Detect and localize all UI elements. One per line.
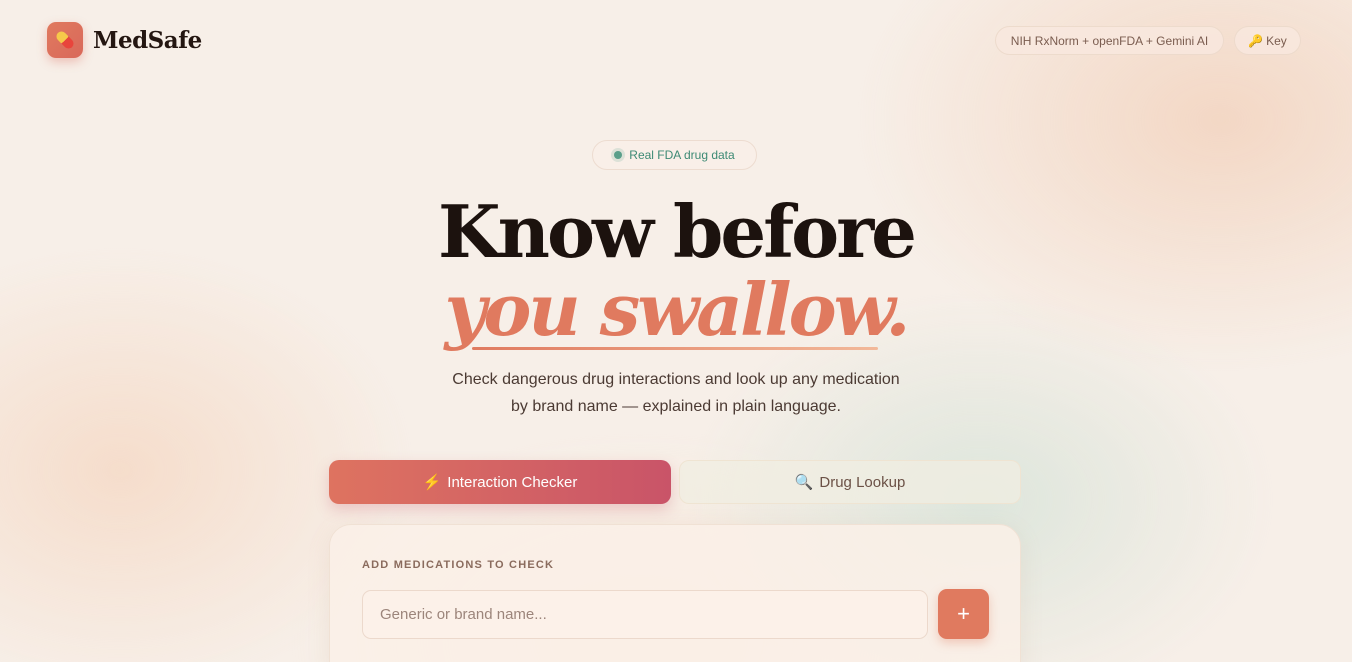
tab-drug-lookup-label: Drug Lookup xyxy=(819,473,906,491)
api-key-label: Key xyxy=(1266,33,1287,48)
headline-line-1: Know before xyxy=(438,189,917,274)
brand-name: MedSafe xyxy=(93,26,202,54)
status-badge: Real FDA drug data xyxy=(592,140,757,170)
tab-drug-lookup[interactable]: 🔍 Drug Lookup xyxy=(679,460,1021,504)
brand-logo[interactable]: MedSafe xyxy=(47,22,202,58)
headline-line-2: you swallow. xyxy=(444,267,911,352)
medication-input[interactable] xyxy=(362,590,928,639)
key-icon: 🔑 xyxy=(1248,33,1264,48)
logo-badge xyxy=(47,22,83,58)
section-label: ADD MEDICATIONS TO CHECK xyxy=(362,559,555,571)
tab-interaction-checker[interactable]: ⚡ Interaction Checker xyxy=(329,460,671,504)
headline-underline xyxy=(472,347,878,350)
search-icon: 🔍 xyxy=(794,474,814,491)
data-sources-badge: NIH RxNorm + openFDA + Gemini AI xyxy=(995,26,1224,55)
hero-subtitle: Check dangerous drug interactions and lo… xyxy=(426,366,926,420)
pill-icon xyxy=(54,29,76,51)
lightning-icon: ⚡ xyxy=(422,474,442,491)
subtitle-line-2: by brand name — explained in plain langu… xyxy=(510,398,841,415)
status-badge-label: Real FDA drug data xyxy=(629,148,735,162)
subtitle-line-1: Check dangerous drug interactions and lo… xyxy=(452,371,900,388)
status-dot-icon xyxy=(614,151,623,159)
interaction-checker-card: ADD MEDICATIONS TO CHECK + xyxy=(329,524,1021,662)
api-key-button[interactable]: 🔑 Key xyxy=(1234,26,1301,55)
add-medication-button[interactable]: + xyxy=(938,589,989,639)
tab-interaction-checker-label: Interaction Checker xyxy=(447,473,578,491)
